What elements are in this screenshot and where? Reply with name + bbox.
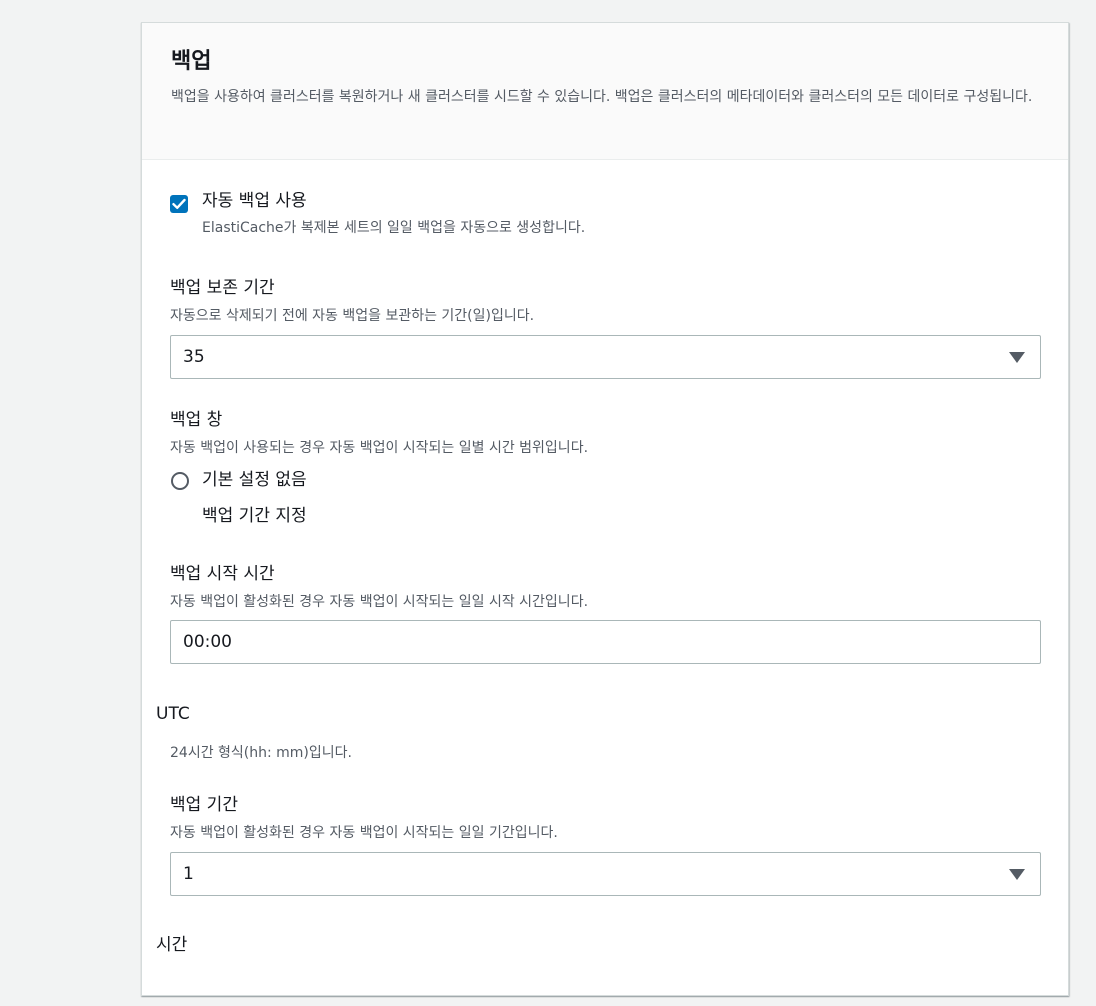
window-label: 백업 창 — [170, 410, 223, 430]
panel-description: 백업을 사용하여 클러스터를 복원하거나 새 클러스터를 시드할 수 있습니다.… — [171, 89, 1033, 105]
retention-label: 백업 보존 기간 — [170, 278, 275, 298]
caret-down-icon — [1009, 869, 1025, 880]
radio-no-preference-label[interactable]: 기본 설정 없음 — [202, 468, 307, 492]
duration-unit: 시간 — [156, 935, 188, 955]
start-time-format-hint: 24시간 형식(hh: mm)입니다. — [170, 745, 352, 761]
duration-select-value: 1 — [183, 864, 194, 884]
radio-no-preference[interactable] — [171, 472, 189, 490]
caret-down-icon — [1009, 352, 1025, 363]
retention-select[interactable]: 35 — [170, 335, 1041, 379]
start-time-input-value: 00:00 — [183, 632, 232, 652]
checkmark-icon — [172, 198, 186, 209]
panel-title: 백업 — [171, 49, 212, 74]
start-time-input[interactable]: 00:00 — [170, 620, 1041, 664]
auto-backup-checkbox[interactable] — [170, 195, 188, 213]
duration-description: 자동 백업이 활성화된 경우 자동 백업이 시작되는 일일 기간입니다. — [170, 825, 558, 841]
backup-panel: 백업 백업을 사용하여 클러스터를 복원하거나 새 클러스터를 시드할 수 있습… — [141, 22, 1069, 996]
retention-select-value: 35 — [183, 347, 205, 367]
retention-description: 자동으로 삭제되기 전에 자동 백업을 보관하는 기간(일)입니다. — [170, 308, 535, 324]
auto-backup-description: ElastiCache가 복제본 세트의 일일 백업을 자동으로 생성합니다. — [202, 220, 586, 236]
duration-select[interactable]: 1 — [170, 852, 1041, 896]
start-time-description: 자동 백업이 활성화된 경우 자동 백업이 시작되는 일일 시작 시간입니다. — [170, 594, 589, 610]
duration-label: 백업 기간 — [170, 795, 238, 815]
panel-header: 백업 백업을 사용하여 클러스터를 복원하거나 새 클러스터를 시드할 수 있습… — [142, 23, 1068, 160]
start-time-label: 백업 시작 시간 — [170, 564, 275, 584]
window-description: 자동 백업이 사용되는 경우 자동 백업이 시작되는 일별 시간 범위입니다. — [170, 440, 589, 456]
radio-specify-window-label[interactable]: 백업 기간 지정 — [202, 504, 307, 528]
auto-backup-label[interactable]: 자동 백업 사용 — [202, 189, 307, 213]
start-time-unit: UTC — [156, 704, 190, 724]
